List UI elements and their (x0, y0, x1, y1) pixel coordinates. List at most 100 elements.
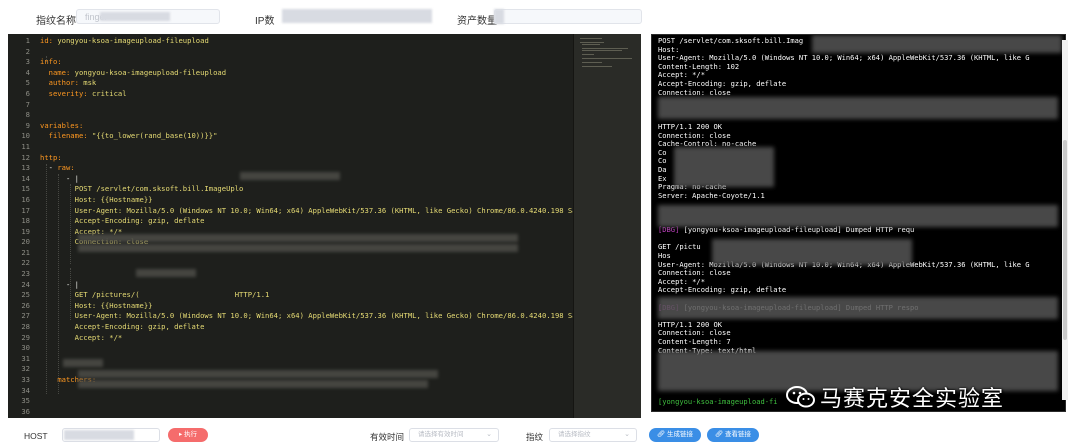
code-line[interactable]: 2 (8, 47, 573, 58)
line-number: 18 (21, 216, 30, 226)
indent-guide (58, 174, 59, 394)
editor-minimap[interactable] (573, 34, 641, 418)
line-number: 27 (21, 311, 30, 321)
code-token: filename: (48, 131, 92, 141)
wechat-icon (786, 384, 816, 410)
code-line[interactable]: 4 name: yongyou-ksoa-imageupload-fileupl… (8, 68, 573, 79)
minimap-line (582, 66, 612, 67)
code-line[interactable]: 3 info: (8, 57, 573, 68)
code-line[interactable]: 29 Accept: */* (8, 333, 573, 344)
view-link-button[interactable]: 🔗︎ 查看链接 (707, 428, 759, 442)
code-token: Host: {{Hostname}} (40, 300, 153, 310)
indent-guide (70, 268, 71, 320)
terminal-line: [DBG] [yongyou-ksoa-imageupload-fileuplo… (658, 225, 914, 235)
code-token: User-Agent: Mozilla/5.0 (Windows NT 10.0… (40, 205, 625, 215)
code-line[interactable]: 36 (8, 407, 573, 418)
code-token: - (40, 163, 58, 173)
code-token: critical (91, 88, 127, 98)
code-token: raw: (57, 163, 75, 173)
terminal-line: Content-Length: 102 (658, 61, 740, 71)
generate-link-label: 生成链接 (667, 431, 694, 438)
code-text: Accept-Encoding: gzip, deflate (40, 322, 573, 333)
watermark: 马赛克安全实验室 (786, 382, 1004, 412)
line-number: 30 (21, 343, 30, 353)
code-text: POST /servlet/com.sksoft.bill.ImageUplo (40, 184, 573, 195)
code-line[interactable]: 1 id: yongyou-ksoa-imageupload-fileupload (8, 36, 573, 47)
code-line[interactable]: 10 filename: "{{to_lower(rand_base(10))}… (8, 131, 573, 142)
code-line[interactable]: 17 User-Agent: Mozilla/5.0 (Windows NT 1… (8, 206, 624, 217)
code-token: GET /pictures/( HTTP/1.1 (40, 290, 270, 300)
line-number: 3 (25, 57, 30, 67)
asset-count-input[interactable] (494, 9, 642, 24)
line-number: 24 (21, 279, 30, 289)
code-line[interactable]: 9 variables: (8, 121, 573, 132)
redacted-block (240, 172, 340, 180)
line-number: 9 (25, 120, 30, 130)
redacted-block (658, 205, 1058, 227)
watermark-text: 马赛克安全实验室 (820, 387, 1005, 412)
code-token: yongyou-ksoa-imageupload-fileupload (74, 67, 227, 77)
line-number: 5 (25, 78, 30, 88)
code-line[interactable]: 8 (8, 110, 573, 121)
code-token: id: (40, 36, 58, 45)
code-text: variables: (40, 121, 573, 132)
code-line[interactable]: 15 POST /servlet/com.sksoft.bill.ImageUp… (8, 184, 573, 195)
indent-guide (70, 184, 71, 264)
minimap-viewport[interactable] (574, 34, 641, 418)
minimap-line (580, 38, 602, 39)
code-line[interactable]: 26 Host: {{Hostname}} (8, 301, 573, 312)
terminal-line: Connection: close (658, 87, 731, 97)
redacted-block (78, 244, 518, 252)
code-token: http: (40, 152, 62, 162)
code-text: author: msk (40, 78, 573, 89)
code-text: User-Agent: Mozilla/5.0 (Windows NT 10.0… (40, 205, 625, 217)
code-line[interactable]: 23 (8, 269, 573, 280)
code-line[interactable]: 11 (8, 142, 573, 153)
code-line[interactable]: 30 (8, 343, 573, 354)
terminal-output[interactable]: [yongyou-ksoa-imageupload-fiContent-Type… (651, 34, 1066, 412)
code-line[interactable]: 16 Host: {{Hostname}} (8, 195, 573, 206)
code-line[interactable]: 25 GET /pictures/( HTTP/1.1 (8, 290, 573, 301)
code-line[interactable]: 28 Accept-Encoding: gzip, deflate (8, 322, 573, 333)
redacted-block (63, 359, 103, 367)
code-line[interactable]: 18 Accept-Encoding: gzip, deflate (8, 216, 573, 227)
terminal-line: Hos (658, 251, 671, 260)
code-line[interactable]: 24 - | (8, 280, 573, 291)
minimap-line (582, 58, 632, 59)
fingerprint-select[interactable]: 请选择指纹 ⌄ (549, 428, 637, 442)
code-line[interactable]: 27 User-Agent: Mozilla/5.0 (Windows NT 1… (8, 311, 624, 322)
code-text: Host: {{Hostname}} (40, 301, 573, 312)
valid-time-select[interactable]: 请选择有效时间 ⌄ (409, 428, 499, 442)
code-line[interactable]: 6 severity: critical (8, 89, 573, 100)
indent-guide (46, 164, 47, 394)
line-number: 34 (21, 385, 30, 395)
generate-link-button[interactable]: 🔗︎ 生成链接 (649, 428, 701, 442)
code-token: msk (83, 78, 97, 88)
fingerprint-label: 指纹 (526, 432, 544, 442)
code-text: Accept: */* (40, 333, 573, 344)
terminal-scrollbar-thumb[interactable] (1063, 140, 1067, 340)
line-number: 21 (21, 247, 30, 257)
yaml-editor[interactable]: 1 id: yongyou-ksoa-imageupload-fileupload… (8, 34, 641, 418)
code-line[interactable]: 22 (8, 258, 573, 269)
code-token: Host: {{Hostname}} (40, 194, 153, 204)
execute-button[interactable]: ▸ 执行 (168, 428, 208, 442)
redacted-block (812, 35, 1062, 53)
ip-count-label: IP数 (255, 16, 275, 27)
chevron-down-icon: ⌄ (624, 431, 630, 438)
line-number: 14 (21, 173, 30, 183)
code-token: yongyou-ksoa-imageupload-fileupload (57, 36, 209, 45)
code-text: - | (40, 280, 573, 291)
code-token: User-Agent: Mozilla/5.0 (Windows NT 10.0… (40, 311, 625, 321)
code-line[interactable]: 5 author: msk (8, 78, 573, 89)
terminal-line: Co (658, 156, 667, 166)
code-line[interactable]: 7 (8, 100, 573, 111)
code-token: author: (48, 78, 84, 88)
code-line[interactable]: 35 (8, 396, 573, 407)
code-line[interactable]: 12 http: (8, 153, 573, 164)
